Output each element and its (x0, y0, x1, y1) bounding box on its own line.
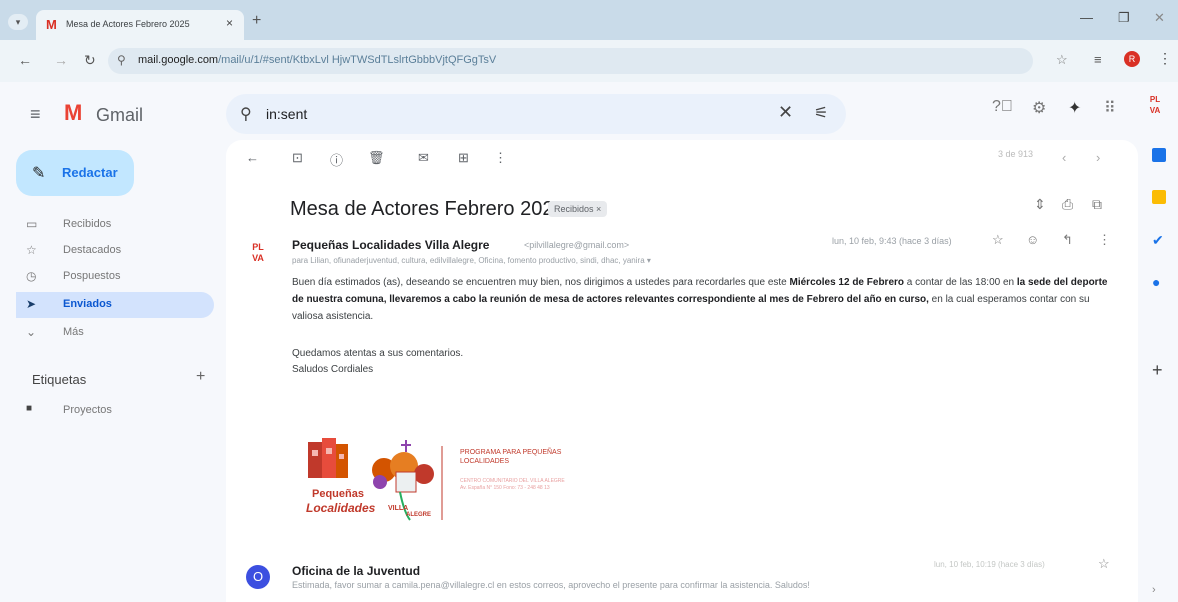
sidebar-item-snoozed[interactable]: ◷ Pospuestos (16, 264, 214, 290)
sender-avatar[interactable]: O (246, 565, 270, 589)
star-message-icon[interactable]: ☆ (992, 232, 1004, 248)
sidebar-item-label: Enviados (63, 298, 112, 310)
account-avatar[interactable]: PL VA (1144, 94, 1166, 116)
url-text: mail.google.com/mail/u/1/#sent/KtbxLvl H… (138, 54, 497, 66)
reading-list-icon[interactable]: ≡ (1094, 52, 1102, 67)
archive-icon[interactable]: ⊡ (292, 150, 303, 166)
tab-search-button[interactable]: ▾ (8, 14, 28, 30)
sidebar-label-proyectos[interactable]: ■ Proyectos (16, 398, 214, 424)
logo-text-localidades: Localidades (306, 501, 376, 515)
main-menu-icon[interactable]: ≡ (30, 104, 41, 125)
thread-subject: Mesa de Actores Febrero 2025 (290, 198, 565, 220)
pencil-icon: ✎ (32, 165, 46, 182)
search-icon[interactable]: ⚲ (240, 104, 252, 124)
message-date: lun, 10 feb, 10:19 (hace 3 días) (934, 560, 1045, 569)
back-icon[interactable]: ← (18, 52, 32, 68)
search-input[interactable]: in:sent (266, 106, 307, 122)
add-label-icon[interactable]: + (196, 368, 205, 386)
mark-unread-icon[interactable]: ✉ (418, 150, 429, 166)
print-icon[interactable]: ⎙ (1062, 196, 1073, 213)
sidebar-item-more[interactable]: ⌄ Más (16, 320, 214, 346)
bookmark-star-icon[interactable]: ☆ (1056, 52, 1068, 68)
recipients-line[interactable]: para Lilian, ofiunaderjuventud, cultura,… (292, 256, 651, 265)
tab-close-button[interactable]: × (226, 16, 233, 30)
gmail-product-name[interactable]: Gmail (96, 105, 143, 126)
message-more-icon[interactable]: ⋮ (1098, 232, 1111, 248)
pagination-count: 3 de 913 (998, 149, 1034, 159)
sidebar-item-label: Pospuestos (63, 270, 121, 282)
logo-text-villa: VILLA (388, 505, 409, 512)
snooze-icon[interactable]: ⊞ (458, 150, 469, 166)
label-tag-icon: ■ (26, 403, 33, 414)
sidebar-item-sent[interactable]: ➤ Enviados (16, 292, 214, 318)
reply-icon[interactable]: ↰ (1062, 232, 1073, 248)
contacts-icon[interactable]: ● (1152, 274, 1160, 290)
gmail-logo-icon[interactable]: M (64, 100, 82, 126)
sidebar-item-label: Más (63, 326, 84, 338)
sender-avatar[interactable]: PL VA (247, 242, 269, 264)
reload-icon[interactable]: ↻ (84, 52, 96, 69)
search-bar[interactable]: ⚲ in:sent ✕ ⚟ (226, 94, 846, 134)
report-spam-icon[interactable]: ⓘ (330, 150, 343, 169)
logo-text-alegre: ALEGRE (406, 512, 432, 518)
sidebar-item-label: Destacados (63, 244, 122, 256)
delete-icon[interactable]: 🗑︎ (368, 150, 385, 166)
sidebar-item-starred[interactable]: ☆ Destacados (16, 238, 214, 264)
compose-label: Redactar (62, 165, 118, 180)
gmail-favicon-icon: M (46, 17, 57, 32)
star-message-icon[interactable]: ☆ (1098, 556, 1110, 572)
get-addons-icon[interactable]: + (1152, 360, 1163, 381)
profile-avatar[interactable]: R (1124, 51, 1140, 67)
address-bar[interactable]: ⚲ mail.google.com/mail/u/1/#sent/KtbxLvl… (108, 48, 1033, 74)
show-side-panel-icon[interactable]: › (1152, 584, 1156, 596)
labels-header: Etiquetas (32, 372, 87, 387)
sender-name[interactable]: Pequeñas Localidades Villa Alegre (292, 238, 489, 252)
clear-search-icon[interactable]: ✕ (778, 102, 793, 123)
more-options-icon[interactable]: ⋮ (494, 150, 507, 166)
apps-grid-icon[interactable]: ⠿ (1104, 98, 1116, 118)
forward-icon[interactable]: → (54, 52, 68, 68)
settings-gear-icon[interactable]: ⚙ (1032, 98, 1046, 118)
newer-icon[interactable]: ‹ (1062, 150, 1066, 165)
close-window-icon[interactable]: ✕ (1154, 10, 1165, 26)
expand-all-icon[interactable]: ⇕ (1034, 196, 1046, 213)
new-tab-button[interactable]: + (252, 12, 261, 30)
gemini-sparkle-icon[interactable]: ✦ (1068, 98, 1081, 118)
tasks-icon[interactable]: ✔ (1152, 232, 1164, 249)
back-to-list-icon[interactable]: ← (246, 150, 259, 165)
emoji-react-icon[interactable]: ☺ (1026, 232, 1039, 247)
chevron-down-icon: ⌄ (26, 325, 37, 339)
older-icon[interactable]: › (1096, 150, 1100, 165)
sidebar-item-label: Proyectos (63, 404, 112, 416)
star-icon: ☆ (26, 243, 37, 257)
minimize-icon[interactable]: — (1080, 10, 1093, 25)
signature-program-address: CENTRO COMUNITARIO DEL VILLA ALEGRE Av. … (460, 478, 565, 491)
logo-text-pequenas: Pequeñas (312, 488, 364, 500)
label-badge[interactable]: Recibidos × (548, 201, 608, 217)
sidebar-item-inbox[interactable]: ▭ Recibidos (16, 212, 214, 238)
signature-program-title: PROGRAMA PARA PEQUEÑAS LOCALIDADES (460, 449, 562, 465)
compose-button[interactable]: ✎ Redactar (16, 150, 134, 196)
calendar-icon[interactable] (1152, 148, 1166, 162)
sidebar-item-label: Recibidos (63, 218, 112, 230)
inbox-icon: ▭ (26, 217, 38, 231)
keep-icon[interactable] (1152, 190, 1166, 204)
help-icon[interactable]: ?⃝ (992, 98, 1013, 116)
send-icon: ➤ (26, 297, 37, 311)
clock-icon: ◷ (26, 269, 37, 283)
browser-tab[interactable]: M Mesa de Actores Febrero 2025 × (36, 10, 244, 40)
message-date: lun, 10 feb, 9:43 (hace 3 días) (832, 236, 952, 246)
browser-menu-icon[interactable]: ⋮ (1158, 50, 1172, 67)
closing-line: Quedamos atentas a sus comentarios. (292, 348, 464, 359)
restore-icon[interactable]: ❐ (1118, 10, 1130, 26)
closing-line: Saludos Cordiales (292, 364, 374, 375)
tab-title: Mesa de Actores Febrero 2025 (66, 19, 190, 29)
sender-email: <pilvillalegre@gmail.com> (524, 240, 630, 250)
message-body: Buen día estimados (as), deseando se enc… (292, 277, 1108, 322)
sender-name[interactable]: Oficina de la Juventud (292, 564, 420, 578)
message-snippet[interactable]: Estimada, favor sumar a camila.pena@vill… (292, 580, 810, 590)
open-new-window-icon[interactable]: ⧉ (1092, 196, 1102, 213)
search-options-icon[interactable]: ⚟ (814, 103, 828, 123)
site-info-icon[interactable]: ⚲ (117, 53, 126, 67)
